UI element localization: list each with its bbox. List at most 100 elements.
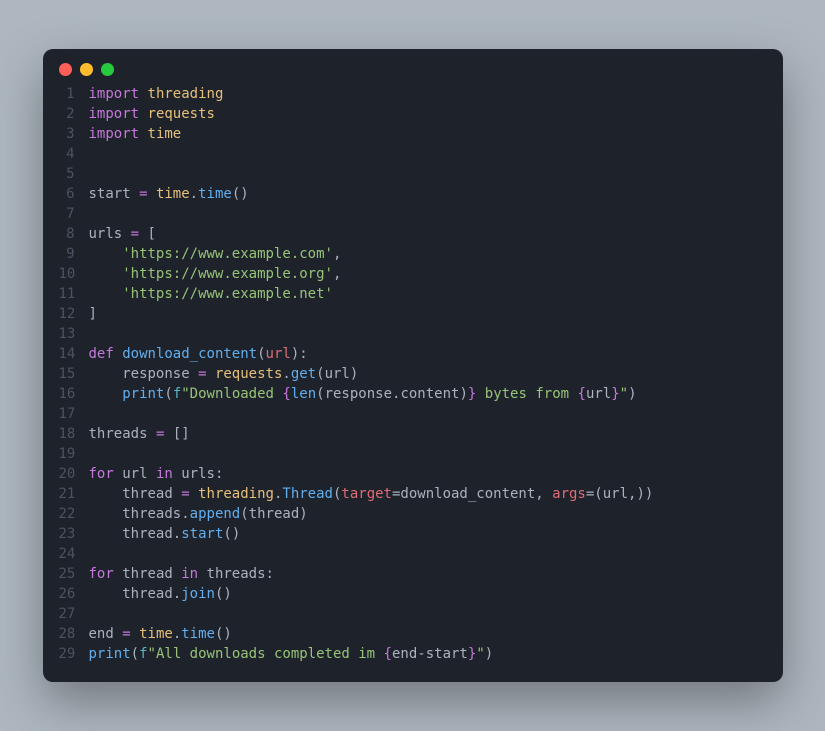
code-line[interactable]: 2import requests bbox=[59, 104, 767, 124]
token-str: bytes from bbox=[476, 386, 577, 402]
line-number: 26 bbox=[59, 584, 89, 604]
code-content[interactable]: start = time.time() bbox=[89, 184, 249, 204]
code-content[interactable]: import requests bbox=[89, 104, 215, 124]
token-punct: , bbox=[333, 246, 341, 262]
line-number: 12 bbox=[59, 304, 89, 324]
code-content[interactable]: import threading bbox=[89, 84, 224, 104]
code-line[interactable]: 22 threads.append(thread) bbox=[59, 504, 767, 524]
token-op: . bbox=[181, 506, 189, 522]
code-content[interactable]: 'https://www.example.com', bbox=[89, 244, 342, 264]
line-number: 22 bbox=[59, 504, 89, 524]
code-line[interactable]: 4 bbox=[59, 144, 767, 164]
code-content[interactable] bbox=[89, 444, 97, 464]
token-brace: } bbox=[611, 386, 619, 402]
code-line[interactable]: 6start = time.time() bbox=[59, 184, 767, 204]
code-line[interactable]: 14def download_content(url): bbox=[59, 344, 767, 364]
code-content[interactable]: 'https://www.example.org', bbox=[89, 264, 342, 284]
code-content[interactable]: thread = threading.Thread(target=downloa… bbox=[89, 484, 654, 504]
minimize-icon[interactable] bbox=[80, 63, 93, 76]
code-line[interactable]: 15 response = requests.get(url) bbox=[59, 364, 767, 384]
code-content[interactable] bbox=[89, 164, 97, 184]
code-line[interactable]: 21 thread = threading.Thread(target=down… bbox=[59, 484, 767, 504]
code-line[interactable]: 1import threading bbox=[59, 84, 767, 104]
token-var: threading bbox=[148, 86, 224, 102]
line-number: 24 bbox=[59, 544, 89, 564]
code-content[interactable] bbox=[89, 544, 97, 564]
code-content[interactable] bbox=[89, 204, 97, 224]
token-op: . bbox=[282, 366, 290, 382]
token-func: download_content bbox=[122, 346, 257, 362]
zoom-icon[interactable] bbox=[101, 63, 114, 76]
code-content[interactable]: ] bbox=[89, 304, 97, 324]
token-id bbox=[139, 226, 147, 242]
token-paren: ] bbox=[89, 306, 97, 322]
token-param: args bbox=[552, 486, 586, 502]
code-content[interactable] bbox=[89, 144, 97, 164]
code-line[interactable]: 5 bbox=[59, 164, 767, 184]
code-line[interactable]: 24 bbox=[59, 544, 767, 564]
close-icon[interactable] bbox=[59, 63, 72, 76]
code-line[interactable]: 9 'https://www.example.com', bbox=[59, 244, 767, 264]
code-content[interactable] bbox=[89, 324, 97, 344]
code-line[interactable]: 18threads = [] bbox=[59, 424, 767, 444]
token-id: end bbox=[392, 646, 417, 662]
code-line[interactable]: 25for thread in threads: bbox=[59, 564, 767, 584]
code-content[interactable]: threads.append(thread) bbox=[89, 504, 308, 524]
code-content[interactable]: thread.start() bbox=[89, 524, 241, 544]
token-kw: for bbox=[89, 466, 114, 482]
code-content[interactable]: threads = [] bbox=[89, 424, 190, 444]
token-func: time bbox=[181, 626, 215, 642]
code-line[interactable]: 20for url in urls: bbox=[59, 464, 767, 484]
code-line[interactable]: 26 thread.join() bbox=[59, 584, 767, 604]
code-content[interactable]: for thread in threads: bbox=[89, 564, 274, 584]
token-paren: ) bbox=[628, 386, 636, 402]
token-paren: ) bbox=[645, 486, 653, 502]
code-line[interactable]: 10 'https://www.example.org', bbox=[59, 264, 767, 284]
token-id: thread bbox=[89, 526, 173, 542]
token-op: . bbox=[173, 626, 181, 642]
code-editor[interactable]: 1import threading2import requests3import… bbox=[43, 84, 783, 664]
code-line[interactable]: 7 bbox=[59, 204, 767, 224]
code-content[interactable]: 'https://www.example.net' bbox=[89, 284, 333, 304]
code-line[interactable]: 16 print(f"Downloaded {len(response.cont… bbox=[59, 384, 767, 404]
code-content[interactable]: end = time.time() bbox=[89, 624, 232, 644]
token-punct: , bbox=[535, 486, 552, 502]
code-content[interactable]: response = requests.get(url) bbox=[89, 364, 359, 384]
token-var: requests bbox=[148, 106, 215, 122]
code-content[interactable]: for url in urls: bbox=[89, 464, 224, 484]
token-str: "Downloaded bbox=[181, 386, 282, 402]
token-id bbox=[207, 366, 215, 382]
code-content[interactable]: print(f"All downloads completed im {end-… bbox=[89, 644, 494, 664]
token-paren: ( bbox=[316, 386, 324, 402]
code-line[interactable]: 11 'https://www.example.net' bbox=[59, 284, 767, 304]
code-content[interactable] bbox=[89, 604, 97, 624]
titlebar bbox=[43, 49, 783, 84]
token-id: thread bbox=[249, 506, 300, 522]
code-line[interactable]: 27 bbox=[59, 604, 767, 624]
code-line[interactable]: 29print(f"All downloads completed im {en… bbox=[59, 644, 767, 664]
code-line[interactable]: 12] bbox=[59, 304, 767, 324]
code-content[interactable]: urls = [ bbox=[89, 224, 156, 244]
token-brace: { bbox=[384, 646, 392, 662]
code-line[interactable]: 8urls = [ bbox=[59, 224, 767, 244]
code-content[interactable]: def download_content(url): bbox=[89, 344, 308, 364]
code-line[interactable]: 3import time bbox=[59, 124, 767, 144]
code-line[interactable]: 13 bbox=[59, 324, 767, 344]
token-id: thread bbox=[89, 486, 182, 502]
code-line[interactable]: 19 bbox=[59, 444, 767, 464]
token-op: - bbox=[417, 646, 425, 662]
code-content[interactable]: thread.join() bbox=[89, 584, 232, 604]
token-var: threading bbox=[198, 486, 274, 502]
code-line[interactable]: 28end = time.time() bbox=[59, 624, 767, 644]
code-content[interactable]: print(f"Downloaded {len(response.content… bbox=[89, 384, 637, 404]
code-content[interactable] bbox=[89, 404, 97, 424]
line-number: 21 bbox=[59, 484, 89, 504]
code-line[interactable]: 17 bbox=[59, 404, 767, 424]
token-str: 'https://www.example.com' bbox=[122, 246, 333, 262]
code-content[interactable]: import time bbox=[89, 124, 182, 144]
token-func: append bbox=[190, 506, 241, 522]
token-op: . bbox=[173, 526, 181, 542]
line-number: 17 bbox=[59, 404, 89, 424]
token-op bbox=[139, 126, 147, 142]
code-line[interactable]: 23 thread.start() bbox=[59, 524, 767, 544]
